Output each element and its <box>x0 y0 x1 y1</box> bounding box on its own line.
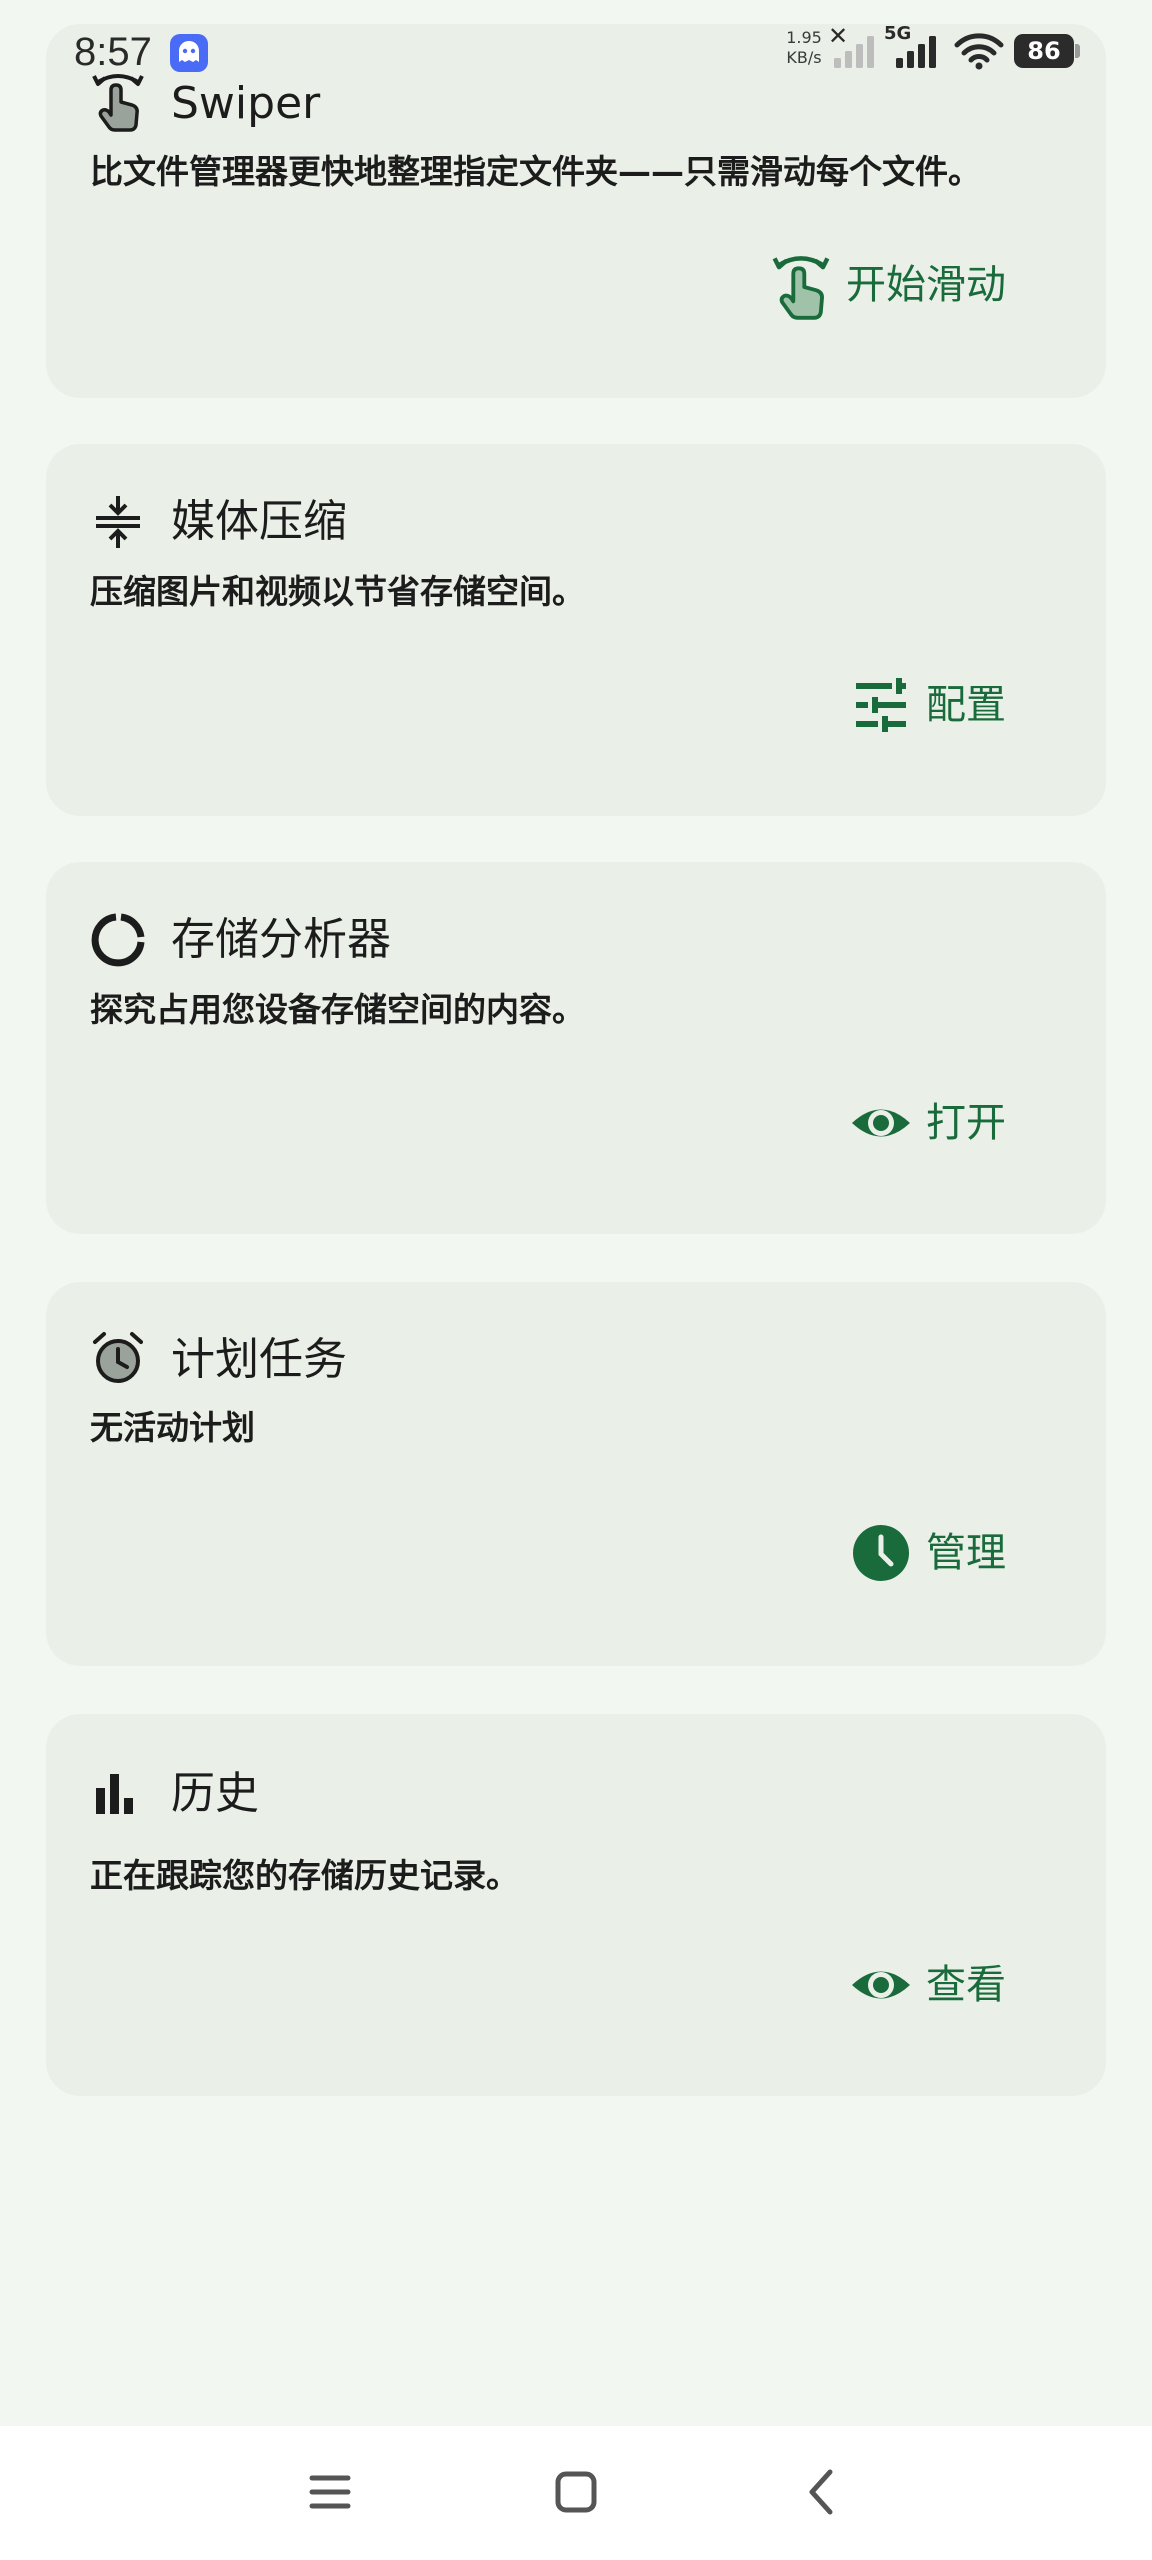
network-speed-value: 1.95 <box>786 28 822 47</box>
card-title: 存储分析器 <box>171 914 391 965</box>
compress-icon <box>90 494 146 550</box>
view-button[interactable]: 查看 <box>850 1950 1006 2020</box>
start-swiping-button[interactable]: 开始滑动 <box>770 250 1006 320</box>
app-notification-icon <box>170 34 208 72</box>
clock-icon <box>850 1522 912 1584</box>
swipe-hand-icon <box>770 254 832 320</box>
history-card: 历史 正在跟踪您的存储历史记录。 查看 <box>46 1714 1106 2096</box>
menu-icon[interactable] <box>298 2460 362 2524</box>
network-speed-unit: KB/s <box>786 48 822 67</box>
wifi-icon <box>954 33 1004 70</box>
bar-chart-icon <box>90 1766 146 1822</box>
signal-strength-icon <box>834 36 874 68</box>
home-icon[interactable] <box>544 2460 608 2524</box>
card-title: 计划任务 <box>171 1334 347 1385</box>
tune-icon <box>850 674 912 736</box>
battery-level: 86 <box>1014 34 1074 68</box>
status-time: 8:57 <box>74 30 152 74</box>
card-description: 压缩图片和视频以节省存储空间。 <box>90 572 585 611</box>
card-title: 媒体压缩 <box>171 496 347 547</box>
network-speed: 1.95 KB/s <box>776 28 832 68</box>
action-label: 配置 <box>926 682 1006 728</box>
action-label: 打开 <box>926 1100 1006 1146</box>
open-button[interactable]: 打开 <box>850 1088 1006 1158</box>
configure-button[interactable]: 配置 <box>850 670 1006 740</box>
scheduled-tasks-card: 计划任务 无活动计划 管理 <box>46 1282 1106 1666</box>
card-title: 历史 <box>171 1768 259 1819</box>
donut-chart-icon <box>90 912 146 968</box>
media-compression-card: 媒体压缩 压缩图片和视频以节省存储空间。 配置 <box>46 444 1106 816</box>
battery-tip <box>1075 44 1080 58</box>
alarm-icon <box>90 1330 146 1386</box>
storage-analyzer-card: 存储分析器 探究占用您设备存储空间的内容。 打开 <box>46 862 1106 1234</box>
manage-button[interactable]: 管理 <box>850 1518 1006 1588</box>
eye-icon <box>850 1954 912 2016</box>
card-description: 探究占用您设备存储空间的内容。 <box>90 990 585 1029</box>
action-label: 查看 <box>926 1962 1006 2008</box>
signal-strength-icon <box>896 36 936 68</box>
card-description: 无活动计划 <box>90 1408 255 1447</box>
card-description: 正在跟踪您的存储历史记录。 <box>90 1856 519 1895</box>
action-label: 开始滑动 <box>846 262 1006 308</box>
status-bar: 8:57 1.95 KB/s ✕ 5G 86 <box>0 0 1152 100</box>
action-label: 管理 <box>926 1530 1006 1576</box>
eye-icon <box>850 1092 912 1154</box>
system-nav-bar <box>0 2426 1152 2560</box>
back-icon[interactable] <box>790 2460 854 2524</box>
card-description: 比文件管理器更快地整理指定文件夹——只需滑动每个文件。 <box>90 152 981 191</box>
